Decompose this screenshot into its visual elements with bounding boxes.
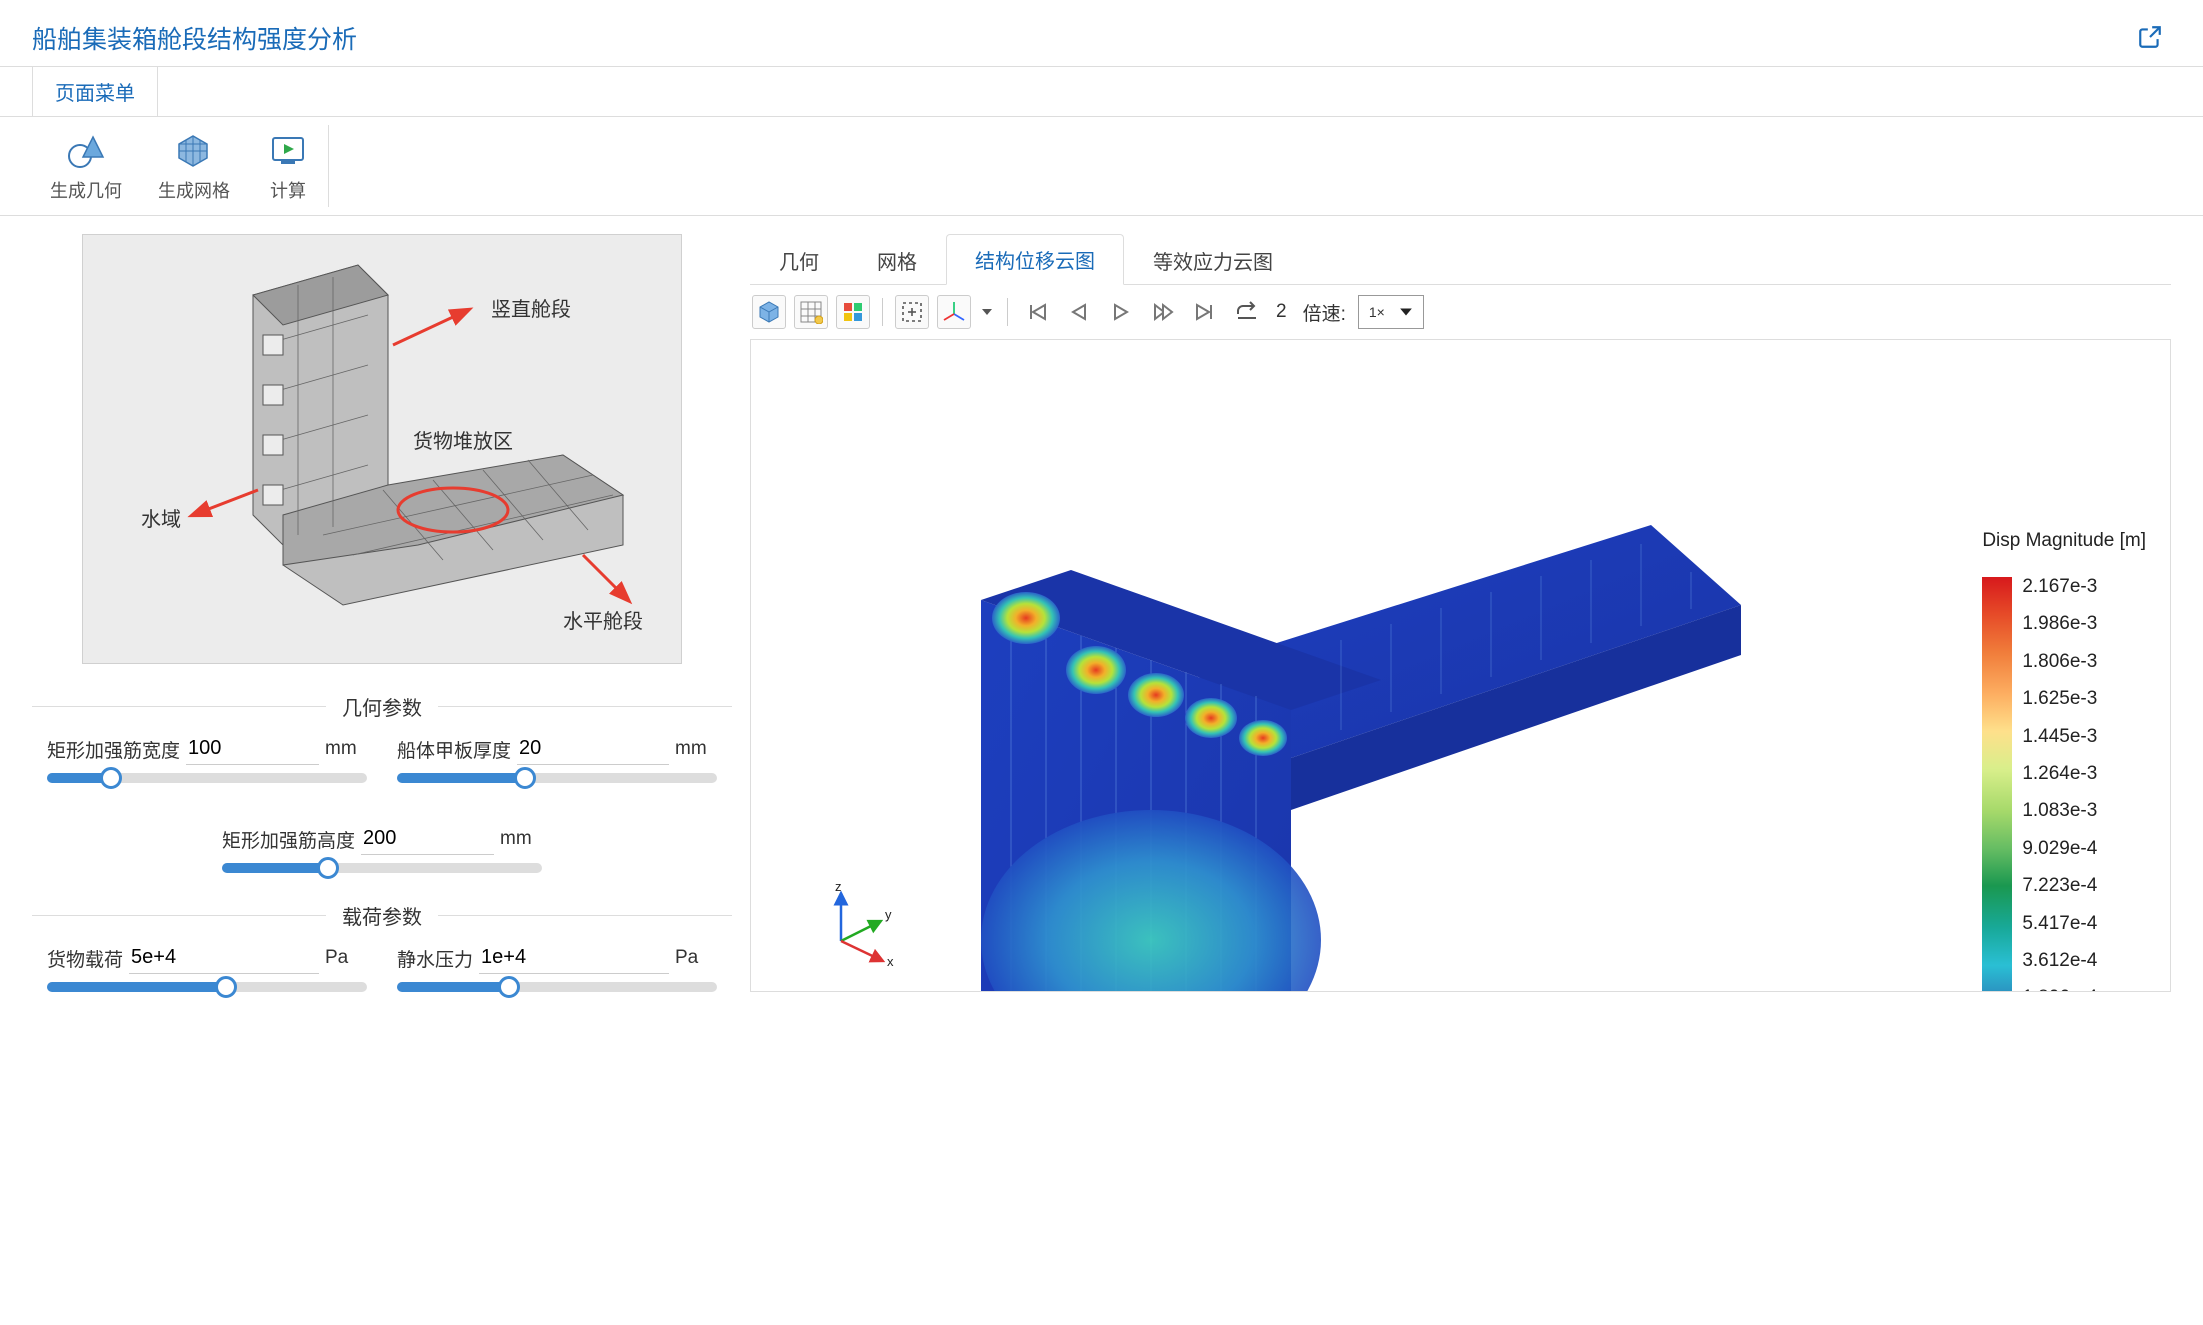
diagram-label-water: 水域 xyxy=(141,503,181,532)
rib-height-slider[interactable] xyxy=(222,863,542,873)
zoom-extents-button[interactable] xyxy=(895,295,929,329)
open-external-icon[interactable] xyxy=(2137,24,2163,53)
legend-tick: 1.445e-3 xyxy=(2022,727,2102,746)
legend-title: Disp Magnitude [m] xyxy=(1982,530,2146,552)
rib-width-slider[interactable] xyxy=(47,773,367,783)
view-iso-button[interactable] xyxy=(752,295,786,329)
chevron-down-icon xyxy=(1399,305,1413,319)
toggle-grid-button[interactable] xyxy=(794,295,828,329)
param-cargo-load: 货物载荷 Pa xyxy=(47,942,367,992)
frame-prev-button[interactable] xyxy=(1062,295,1096,329)
tab-mesh[interactable]: 网格 xyxy=(848,235,946,285)
frame-number: 2 xyxy=(1272,301,1291,323)
rib-height-input[interactable] xyxy=(361,823,494,855)
speed-label: 倍速: xyxy=(1299,299,1350,326)
legend-tick: 3.612e-4 xyxy=(2022,951,2102,970)
param-unit: mm xyxy=(500,828,542,850)
param-unit: Pa xyxy=(325,947,367,969)
diagram-label-cargo: 货物堆放区 xyxy=(413,425,513,454)
legend-tick: 1.625e-3 xyxy=(2022,689,2102,708)
legend-tick: 1.806e-3 xyxy=(2022,652,2102,671)
loop-button[interactable] xyxy=(1230,295,1264,329)
diagram-label-horizontal: 水平舱段 xyxy=(563,605,643,634)
frame-last-button[interactable] xyxy=(1188,295,1222,329)
param-label: 货物载荷 xyxy=(47,945,123,972)
frame-first-button[interactable] xyxy=(1020,295,1054,329)
toolbar-label: 计算 xyxy=(270,177,306,203)
diagram-label-vertical: 竖直舱段 xyxy=(491,293,571,322)
cargo-load-input[interactable] xyxy=(129,942,319,974)
speed-value: 1× xyxy=(1369,304,1385,320)
frame-next-button[interactable] xyxy=(1146,295,1180,329)
scene-light-button[interactable] xyxy=(836,295,870,329)
displacement-contour-plot xyxy=(871,380,1871,992)
param-label: 矩形加强筋宽度 xyxy=(47,736,180,763)
speed-select[interactable]: 1× xyxy=(1358,295,1424,329)
legend-tick: 9.029e-4 xyxy=(2022,839,2102,858)
param-label: 静水压力 xyxy=(397,945,473,972)
cargo-load-slider[interactable] xyxy=(47,982,367,992)
mesh-icon xyxy=(172,129,216,173)
param-unit: mm xyxy=(675,738,717,760)
gen-mesh-button[interactable]: 生成网格 xyxy=(140,125,248,207)
gen-geometry-button[interactable]: 生成几何 xyxy=(32,125,140,207)
page-title: 船舶集装箱舱段结构强度分析 xyxy=(32,20,357,56)
param-rib-width: 矩形加强筋宽度 mm xyxy=(47,733,367,783)
tab-geometry[interactable]: 几何 xyxy=(750,235,848,285)
page-menu-button[interactable]: 页面菜单 xyxy=(32,67,158,116)
param-rib-height: 矩形加强筋高度 mm xyxy=(222,823,542,873)
hydrostatic-input[interactable] xyxy=(479,942,669,974)
legend-tick: 1.986e-3 xyxy=(2022,614,2102,633)
legend-tick: 1.806e-4 xyxy=(2022,988,2102,992)
tab-stress[interactable]: 等效应力云图 xyxy=(1124,235,1302,285)
compute-icon xyxy=(266,129,310,173)
svg-text:z: z xyxy=(835,881,842,894)
legend-tick: 1.083e-3 xyxy=(2022,801,2102,820)
color-legend: Disp Magnitude [m] 2.167e-3 1.986e-3 1.806… xyxy=(1982,530,2146,992)
compute-button[interactable]: 计算 xyxy=(248,125,329,207)
geometry-icon xyxy=(64,129,108,173)
svg-text:y: y xyxy=(885,907,892,922)
tab-displacement[interactable]: 结构位移云图 xyxy=(946,234,1124,285)
toolbar-label: 生成几何 xyxy=(50,177,122,203)
rib-width-input[interactable] xyxy=(186,733,319,765)
legend-tick: 7.223e-4 xyxy=(2022,876,2102,895)
param-deck-thick: 船体甲板厚度 mm xyxy=(397,733,717,783)
deck-thick-slider[interactable] xyxy=(397,773,717,783)
result-tabs: 几何 网格 结构位移云图 等效应力云图 xyxy=(750,234,2171,285)
param-label: 船体甲板厚度 xyxy=(397,736,511,763)
section-load-title: 载荷参数 xyxy=(326,901,438,930)
param-unit: Pa xyxy=(675,947,717,969)
section-geom-title: 几何参数 xyxy=(326,692,438,721)
hydrostatic-slider[interactable] xyxy=(397,982,717,992)
toolbar-label: 生成网格 xyxy=(158,177,230,203)
param-hydrostatic: 静水压力 Pa xyxy=(397,942,717,992)
axes-dropdown-icon[interactable] xyxy=(979,295,995,329)
parameters-panel: 竖直舱段 货物堆放区 水域 水平舱段 几何参数 矩形加强筋宽度 mm xyxy=(32,234,732,992)
deck-thick-input[interactable] xyxy=(517,733,669,765)
legend-tick: 2.167e-3 xyxy=(2022,577,2102,596)
svg-text:x: x xyxy=(887,954,894,969)
axes-orientation-button[interactable] xyxy=(937,295,971,329)
legend-tick: 5.417e-4 xyxy=(2022,914,2102,933)
param-label: 矩形加强筋高度 xyxy=(222,826,355,853)
play-button[interactable] xyxy=(1104,295,1138,329)
schematic-diagram: 竖直舱段 货物堆放区 水域 水平舱段 xyxy=(82,234,682,664)
result-viewport[interactable]: Disp Magnitude [m] 2.167e-3 1.986e-3 1.806… xyxy=(750,340,2171,992)
legend-tick: 1.264e-3 xyxy=(2022,764,2102,783)
param-unit: mm xyxy=(325,738,367,760)
axis-tripod-icon: z y x xyxy=(811,881,901,971)
legend-colorbar xyxy=(1982,577,2012,992)
